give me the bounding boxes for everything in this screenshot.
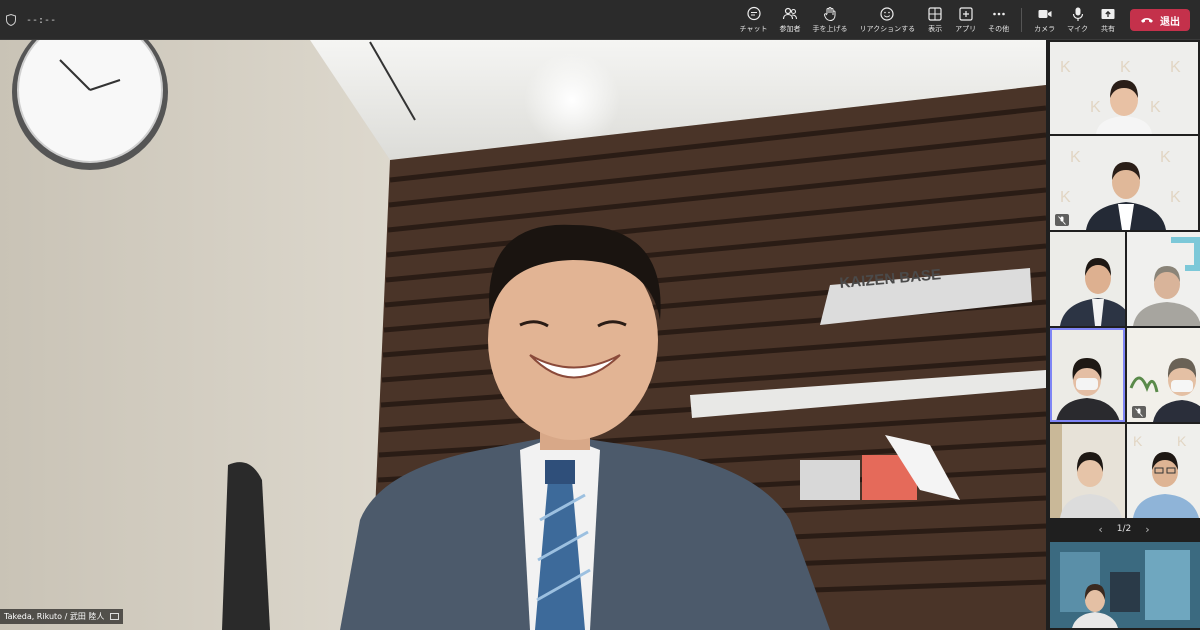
participant-video [1133, 237, 1200, 326]
apps-button[interactable]: アプリ [949, 0, 982, 40]
camera-icon [1038, 10, 1052, 18]
more-button[interactable]: その他 [982, 0, 1015, 40]
meeting-toolbar: --:-- チャット 参加者 手を上げる リアクションする 表示 アプリ その他… [0, 0, 1200, 40]
mic-label: マイク [1067, 25, 1088, 33]
camera-label: カメラ [1034, 25, 1056, 33]
share-label: 共有 [1101, 25, 1115, 33]
svg-text:K: K [1060, 189, 1071, 206]
apps-label: アプリ [955, 25, 977, 33]
participant-tile[interactable]: KK [1127, 424, 1200, 518]
participant-video [1060, 258, 1125, 326]
people-icon [782, 7, 798, 20]
leave-label: 退出 [1160, 16, 1180, 28]
chat-label: チャット [739, 25, 768, 33]
react-button[interactable]: リアクションする [853, 0, 921, 40]
gallery-pager: ‹ 1/2 › [1048, 518, 1200, 540]
shield-icon [6, 14, 16, 26]
raise-hand-label: 手を上げる [812, 25, 848, 33]
chevron-right-icon[interactable]: › [1145, 523, 1149, 536]
participant-tile[interactable] [1050, 424, 1125, 518]
participant-tile[interactable] [1050, 232, 1125, 326]
participants-label: 参加者 [779, 25, 801, 33]
svg-text:K: K [1070, 149, 1081, 166]
raise-hand-button[interactable]: 手を上げる [806, 0, 853, 40]
svg-text:K: K [1060, 59, 1071, 76]
main-video-stage[interactable]: KAIZEN BASE Takeda, Rikuto / 武田 陸人 [0, 40, 1046, 630]
speaker-video: KAIZEN BASE [0, 40, 1046, 630]
self-view-video [1050, 542, 1200, 628]
svg-text:K: K [1160, 149, 1171, 166]
view-label: 表示 [928, 25, 943, 33]
participant-video: K K K K K [1060, 59, 1181, 134]
svg-text:K: K [1133, 433, 1143, 449]
share-button[interactable]: 共有 [1094, 0, 1122, 40]
muted-indicator [1132, 406, 1146, 418]
svg-text:K: K [1150, 99, 1161, 116]
mic-off-icon [1058, 215, 1066, 225]
camera-button[interactable]: カメラ [1028, 0, 1061, 40]
participant-tile[interactable]: K K K K K [1050, 42, 1198, 134]
hand-icon [823, 7, 836, 22]
participant-tile[interactable] [1127, 232, 1200, 326]
participant-tile[interactable]: K K K K [1050, 136, 1198, 230]
svg-text:K: K [1090, 99, 1101, 116]
participant-video: K K K K [1060, 149, 1181, 230]
muted-indicator [1055, 214, 1069, 226]
smiley-icon [880, 7, 894, 21]
react-label: リアクションする [859, 25, 916, 33]
participant-tile-active[interactable] [1050, 328, 1125, 422]
chat-icon [746, 6, 761, 21]
self-view-tile[interactable] [1050, 542, 1200, 628]
chat-button[interactable]: チャット [734, 0, 774, 40]
page-indicator: 1/2 [1116, 524, 1132, 534]
participants-button[interactable]: 参加者 [773, 0, 806, 40]
speaker-name-tag: Takeda, Rikuto / 武田 陸人 [0, 609, 124, 624]
grid-icon [928, 7, 942, 21]
speaker-name: Takeda, Rikuto / 武田 陸人 [4, 612, 105, 621]
ellipsis-icon [992, 12, 1005, 16]
svg-text:K: K [1170, 189, 1181, 206]
share-icon [1101, 9, 1115, 19]
svg-text:K: K [1170, 59, 1181, 76]
microphone-icon [1072, 7, 1083, 21]
meeting-timer: --:-- [26, 14, 57, 26]
chevron-left-icon[interactable]: ‹ [1098, 523, 1102, 536]
participant-video [1056, 358, 1120, 422]
participant-tile[interactable] [1127, 328, 1200, 422]
view-button[interactable]: 表示 [921, 0, 949, 40]
svg-text:K: K [1120, 59, 1131, 76]
plus-square-icon [959, 7, 973, 21]
participant-video: KK [1133, 433, 1199, 518]
phone-hangup-icon [1141, 18, 1153, 23]
more-label: その他 [988, 25, 1010, 33]
participant-video [1050, 424, 1122, 518]
toolbar-divider [1021, 8, 1023, 32]
svg-text:K: K [1177, 433, 1187, 449]
mic-off-icon [1135, 407, 1143, 417]
leave-button[interactable]: 退出 [1130, 9, 1190, 31]
mic-button[interactable]: マイク [1061, 0, 1094, 40]
pin-icon[interactable] [110, 613, 120, 620]
